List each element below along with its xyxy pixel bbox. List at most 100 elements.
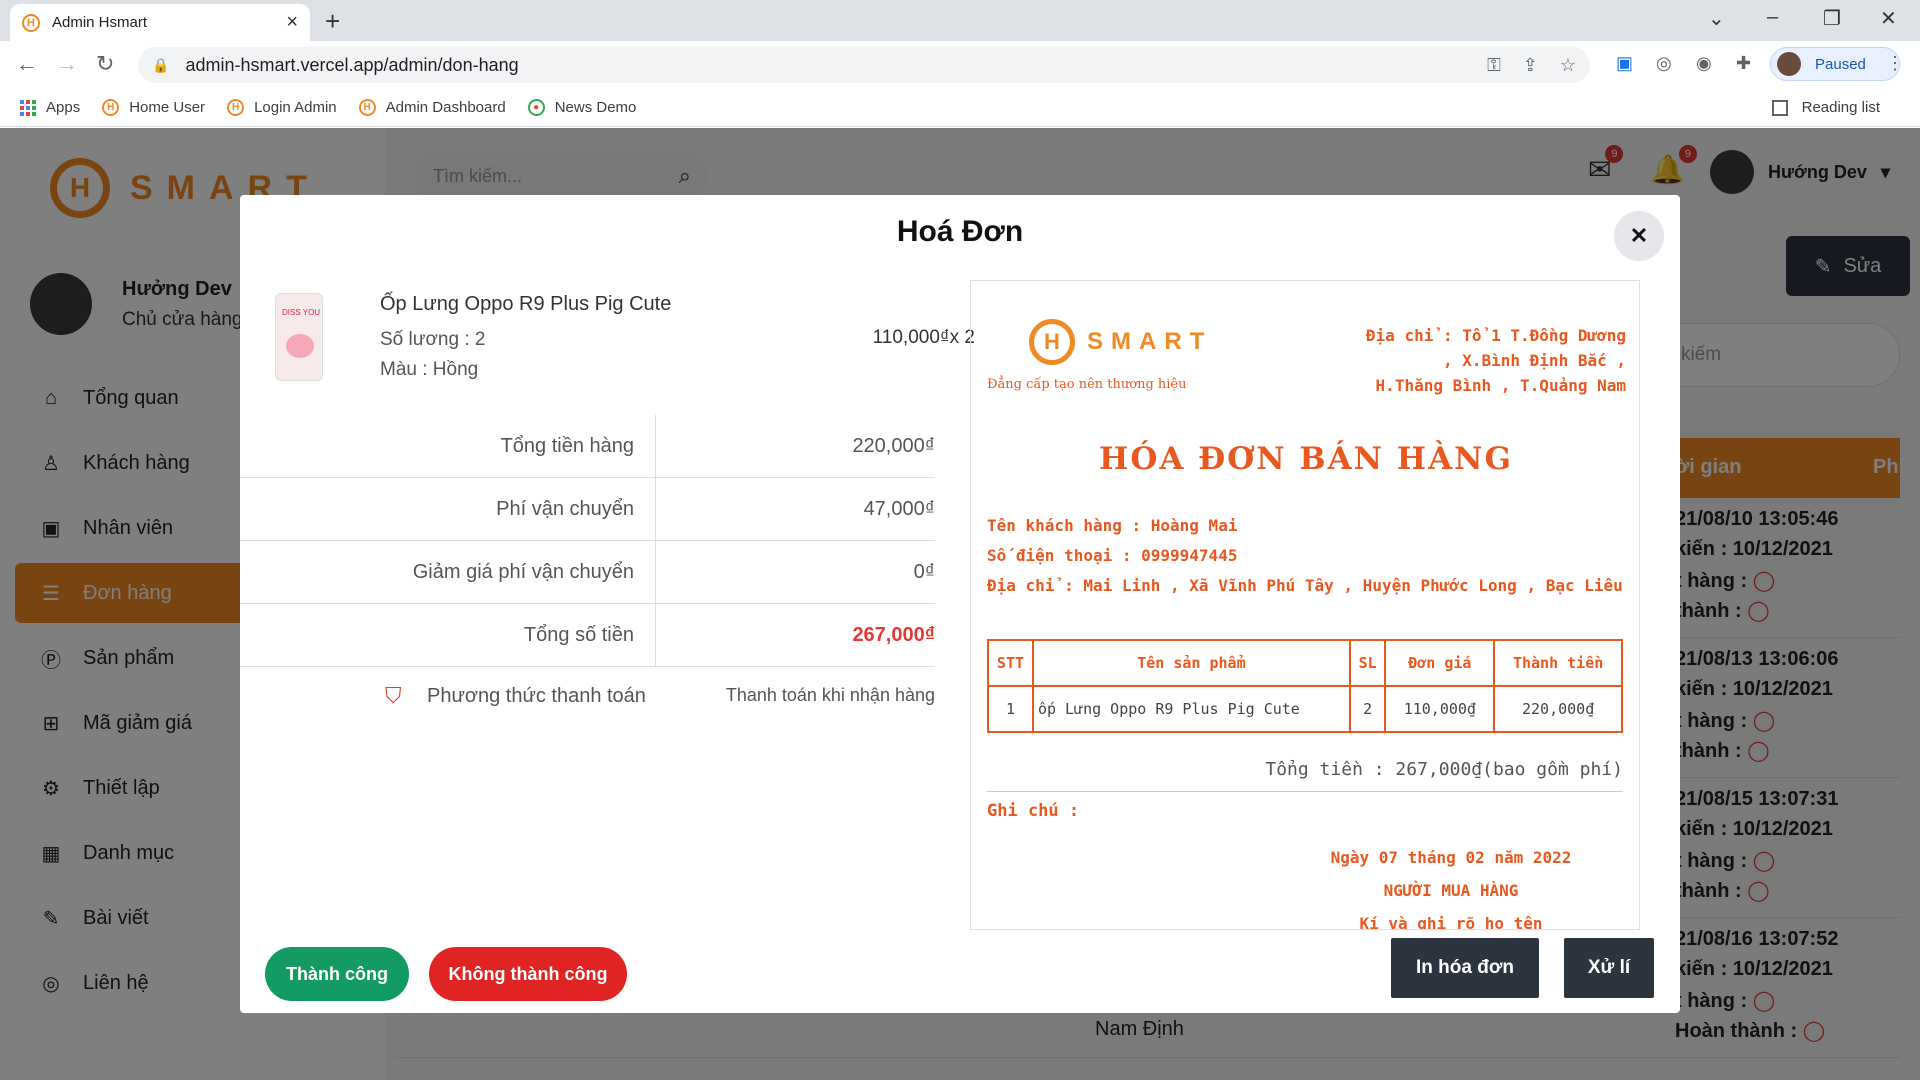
hsmart-favicon-icon: H — [22, 13, 40, 32]
payment-label: Phương thức thanh toán — [427, 685, 646, 707]
reload-icon[interactable]: ↻ — [96, 51, 114, 77]
print-invoice-button[interactable]: In hóa đơn — [1391, 938, 1539, 998]
summary-value: 220,000₫ — [852, 435, 935, 457]
address-bar: ← → ↻ 🔒 admin-hsmart.vercel.app/admin/do… — [0, 41, 1920, 89]
summary-label: Phí vận chuyển — [496, 498, 634, 520]
summary-row: Phí vận chuyển 47,000₫ — [240, 478, 935, 541]
bookmark-label: Login Admin — [254, 99, 337, 116]
product-price: 110,000₫x 2 — [872, 327, 975, 348]
window-close-icon[interactable]: ✕ — [1880, 6, 1897, 31]
invoice-store-address: Địa chỉ : Tổ 1 T.Đồng Dương , X.Bình Địn… — [1281, 323, 1626, 398]
invoice-modal: Hoá Đơn ✕ DISS YOU Ốp Lưng Oppo R9 Plus … — [240, 195, 1680, 1013]
more-icon[interactable]: ⋮ — [1886, 53, 1904, 74]
buyer-title: NGƯỜI MUA HÀNG — [1383, 881, 1519, 900]
restore-icon[interactable]: ❐ — [1823, 6, 1841, 31]
bookmark-label: News Demo — [554, 99, 637, 116]
invoice-table-header: STT Tên sản phẩm SL Đơn giá Thành tiền — [987, 639, 1623, 687]
bookmark-admin-dashboard[interactable]: H Admin Dashboard — [358, 99, 506, 116]
browser-tab[interactable]: H Admin Hsmart × — [10, 4, 310, 41]
lock-icon[interactable]: 🔒 — [152, 57, 169, 74]
order-summary: Tổng tiền hàng 220,000₫ Phí vận chuyển 47,… — [240, 415, 935, 667]
logo-mark-icon: H — [1029, 319, 1075, 365]
invoice-title: HÓA ĐƠN BÁN HÀNG — [1099, 441, 1513, 477]
summary-label: Tổng tiền hàng — [500, 435, 634, 457]
process-button[interactable]: Xử lí — [1564, 938, 1654, 998]
payment-value: Thanh toán khi nhận hàng — [725, 685, 935, 705]
puzzle-icon[interactable]: ✚ — [1736, 53, 1751, 74]
close-icon[interactable]: ✕ — [1614, 211, 1664, 261]
product-image: DISS YOU — [275, 293, 323, 381]
invoice-signature: Ngày 07 tháng 02 năm 2022 NGƯỜI MUA HÀNG… — [1301, 841, 1601, 929]
invoice-total: Tổng tiền : 267,000₫(bao gồm phí) — [1265, 759, 1623, 780]
table-cell: 220,000₫ — [1493, 685, 1623, 733]
reading-list-button[interactable]: Reading list — [1771, 99, 1880, 116]
product-image-text: DISS YOU — [282, 308, 321, 317]
url-text: admin-hsmart.vercel.app/admin/don-hang — [185, 54, 519, 75]
summary-value: 267,000₫ — [852, 624, 935, 646]
reading-list-label: Reading list — [1801, 99, 1880, 116]
share-icon[interactable]: ⇪ — [1523, 55, 1538, 76]
table-cell: 110,000₫ — [1384, 685, 1496, 733]
extension-icon[interactable]: ◉ — [1696, 53, 1712, 74]
tab-title: Admin Hsmart — [52, 14, 148, 31]
bookmark-home-user[interactable]: H Home User — [102, 99, 205, 116]
summary-label: Giảm giá phí vận chuyển — [412, 561, 634, 583]
modal-title: Hoá Đơn — [896, 215, 1024, 248]
minimize-icon[interactable]: – — [1767, 6, 1778, 29]
url-field[interactable]: 🔒 admin-hsmart.vercel.app/admin/don-hang… — [138, 47, 1590, 83]
fail-button[interactable]: Không thành công — [429, 947, 627, 1001]
bookmark-label: Apps — [46, 99, 81, 116]
avatar — [1777, 52, 1801, 76]
star-icon[interactable]: ☆ — [1560, 55, 1576, 76]
table-cell: ốp Lưng Oppo R9 Plus Pig Cute — [1031, 685, 1351, 733]
invoice-note: Ghi chú : — [987, 801, 1080, 821]
browser-tabbar: H Admin Hsmart × + ⌄ – ❐ ✕ — [0, 0, 1920, 41]
summary-value: 0₫ — [913, 561, 935, 583]
new-tab-icon[interactable]: + — [325, 6, 340, 37]
pig-icon — [286, 334, 314, 358]
shield-icon: ⛉ — [385, 683, 402, 708]
customer-phone: Số điện thoại : 0999947445 — [987, 546, 1238, 565]
column-header: SL — [1348, 639, 1387, 687]
invoice-customer-info: Tên khách hàng : Hoàng Mai Số điện thoại… — [987, 511, 1627, 601]
column-header: Tên sản phẩm — [1031, 639, 1351, 687]
key-icon[interactable]: ⚿ — [1487, 55, 1501, 76]
customer-address: Địa chỉ : Mai Linh , Xã Vĩnh Phú Tây , H… — [987, 576, 1623, 595]
summary-row: Tổng tiền hàng 220,000₫ — [240, 415, 935, 478]
reading-list-icon — [1771, 99, 1788, 116]
bookmark-label: Home User — [129, 99, 206, 116]
logo-text: SMART — [1087, 328, 1213, 355]
summary-row-total: Tổng số tiền 267,000₫ — [240, 604, 935, 667]
hsmart-favicon-icon: H — [358, 99, 376, 116]
bookmark-login-admin[interactable]: H Login Admin — [227, 99, 337, 116]
column-header: Đơn giá — [1384, 639, 1496, 687]
customer-name: Tên khách hàng : Hoàng Mai — [987, 516, 1238, 535]
summary-label: Tổng số tiền — [523, 624, 634, 646]
summary-row: Giảm giá phí vận chuyển 0₫ — [240, 541, 935, 604]
order-product: DISS YOU Ốp Lưng Oppo R9 Plus Pig Cute S… — [275, 293, 975, 393]
invoice-date: Ngày 07 tháng 02 năm 2022 — [1330, 848, 1572, 867]
invoice-preview: H SMART Đẳng cấp tạo nên thương hiệu Địa… — [970, 280, 1640, 930]
hsmart-favicon-icon: H — [227, 99, 245, 116]
hsmart-favicon-icon: H — [102, 99, 120, 116]
address-line: Địa chỉ : Tổ 1 T.Đồng Dương — [1365, 326, 1626, 345]
bookmark-label: Admin Dashboard — [385, 99, 506, 116]
tab-search-icon[interactable]: ⌄ — [1708, 6, 1725, 31]
bookmark-news-demo[interactable]: ● News Demo — [527, 99, 637, 116]
product-quantity: Số lương : 2 — [380, 329, 486, 350]
tab-close-icon[interactable]: × — [286, 11, 298, 34]
bookmark-apps[interactable]: Apps — [20, 99, 80, 116]
invoice-table: STT Tên sản phẩm SL Đơn giá Thành tiền 1… — [987, 639, 1623, 733]
table-cell: 2 — [1348, 685, 1387, 733]
profile-button[interactable]: Paused — [1770, 47, 1900, 81]
divider — [987, 791, 1623, 792]
invoice-slogan: Đẳng cấp tạo nên thương hiệu — [987, 377, 1187, 392]
bookmarks-bar: Apps H Home User H Login Admin H Admin D… — [0, 89, 1920, 127]
success-button[interactable]: Thành công — [265, 947, 409, 1001]
back-icon[interactable]: ← — [16, 51, 38, 77]
forward-icon[interactable]: → — [56, 51, 78, 77]
news-favicon-icon: ● — [527, 99, 545, 116]
extension-icon[interactable]: ▣ — [1616, 53, 1633, 74]
column-header: Thành tiền — [1493, 639, 1623, 687]
extension-icon[interactable]: ◎ — [1656, 53, 1672, 74]
